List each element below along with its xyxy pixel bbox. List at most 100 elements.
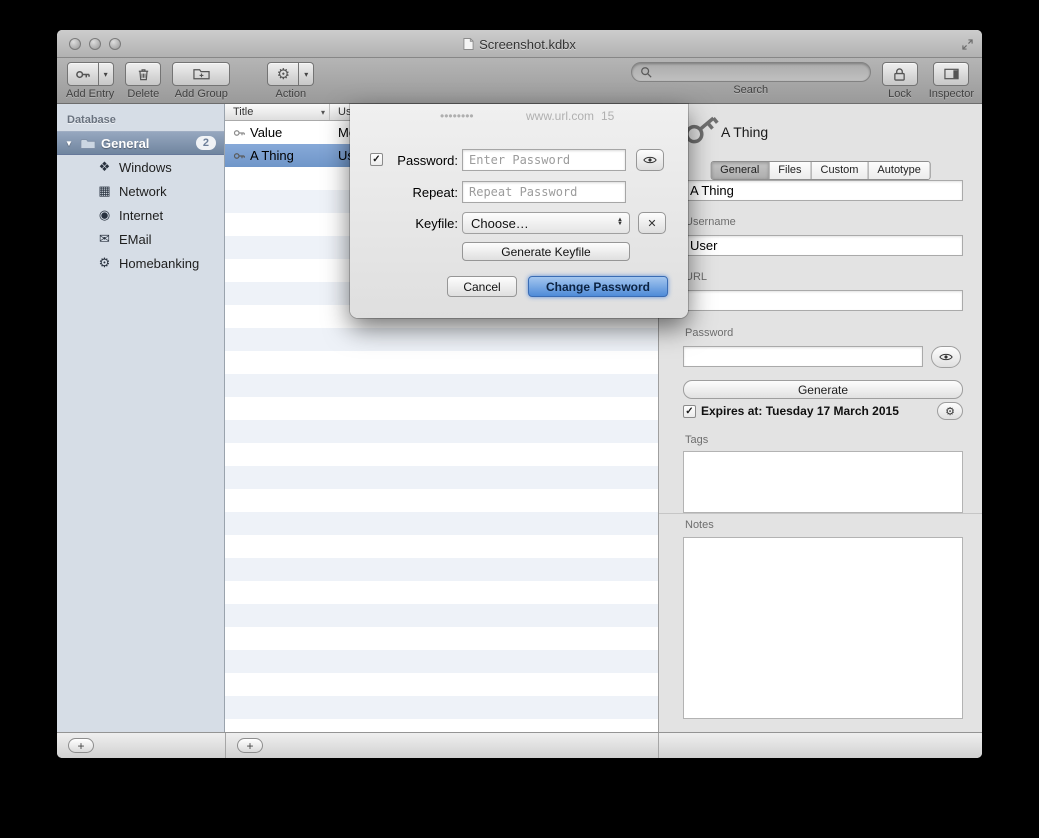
sheet-repeat-label: Repeat: bbox=[384, 185, 458, 200]
add-entry-label: Add Entry bbox=[66, 88, 114, 100]
keyfile-popup[interactable]: Choose… ▲ ▼ bbox=[462, 212, 630, 234]
change-password-sheet: •••••••• www.url.com 15 ✓ Password: Repe… bbox=[350, 104, 688, 318]
disclosure-triangle-icon[interactable]: ▼ bbox=[65, 139, 75, 148]
url-field[interactable] bbox=[683, 290, 963, 311]
stepper-down-icon: ▼ bbox=[617, 223, 623, 227]
url-label: URL bbox=[685, 271, 707, 283]
window-title: Screenshot.kdbx bbox=[479, 37, 576, 52]
delete-label: Delete bbox=[127, 88, 159, 100]
sidebar-item-label: Internet bbox=[119, 208, 163, 223]
search-field[interactable] bbox=[631, 62, 871, 82]
key-icon bbox=[233, 127, 245, 139]
inspector-divider bbox=[659, 513, 982, 514]
popup-stepper-icon: ▲ ▼ bbox=[617, 219, 624, 226]
action-button[interactable]: ⚙ bbox=[267, 62, 299, 86]
generate-keyfile-label: Generate Keyfile bbox=[501, 245, 590, 259]
sidebar-group-label: General bbox=[101, 136, 149, 151]
cancel-button[interactable]: Cancel bbox=[447, 276, 517, 297]
sidebar-item-network[interactable]: ▦ Network bbox=[57, 179, 224, 203]
tab-files[interactable]: Files bbox=[769, 162, 811, 179]
trash-icon bbox=[136, 67, 151, 82]
delete-control: Delete bbox=[125, 62, 161, 100]
eye-icon bbox=[939, 352, 953, 362]
app-window: Screenshot.kdbx ▾ Add Entry bbox=[57, 30, 982, 758]
cancel-label: Cancel bbox=[463, 280, 500, 294]
keyfile-value: Choose… bbox=[471, 216, 529, 231]
password-field[interactable] bbox=[683, 346, 923, 367]
expires-options-button[interactable]: ⚙ bbox=[937, 402, 963, 420]
close-window-button[interactable] bbox=[69, 38, 81, 50]
lock-button[interactable] bbox=[882, 62, 918, 86]
add-entry-dropdown-button[interactable]: ▾ bbox=[99, 62, 114, 86]
search-input[interactable] bbox=[657, 65, 862, 79]
action-label: Action bbox=[276, 88, 307, 100]
search-control: Search bbox=[631, 62, 871, 96]
entry-title: A Thing bbox=[250, 148, 294, 163]
chevron-down-icon: ▾ bbox=[304, 70, 308, 79]
minimize-window-button[interactable] bbox=[89, 38, 101, 50]
network-group-icon: ▦ bbox=[97, 183, 112, 199]
sidebar-item-email[interactable]: ✉ EMail bbox=[57, 227, 224, 251]
add-entry-button[interactable] bbox=[67, 62, 99, 86]
eye-icon bbox=[643, 155, 657, 165]
tab-autotype[interactable]: Autotype bbox=[868, 162, 929, 179]
tags-input[interactable] bbox=[683, 451, 963, 513]
inspector-label: Inspector bbox=[929, 88, 974, 100]
titlebar: Screenshot.kdbx bbox=[57, 30, 982, 58]
notes-label: Notes bbox=[685, 519, 714, 531]
fullscreen-icon[interactable] bbox=[962, 38, 973, 53]
ghost-password-dots: •••••••• bbox=[440, 109, 474, 123]
new-password-input[interactable] bbox=[462, 149, 626, 171]
title-field[interactable] bbox=[683, 180, 963, 201]
sidebar: Database ▼ General 2 ❖ Windows ▦ Network… bbox=[57, 104, 225, 732]
expires-row: ✓ Expires at: Tuesday 17 March 2015 bbox=[683, 404, 899, 418]
add-group-button[interactable] bbox=[172, 62, 230, 86]
inspector-entry-title: A Thing bbox=[721, 124, 768, 140]
delete-button[interactable] bbox=[125, 62, 161, 86]
zoom-window-button[interactable] bbox=[109, 38, 121, 50]
screen: { "window": { "title": "Screenshot.kdbx"… bbox=[0, 0, 1039, 838]
folder-icon bbox=[80, 137, 96, 150]
expires-checkbox[interactable]: ✓ bbox=[683, 405, 696, 418]
tab-custom[interactable]: Custom bbox=[812, 162, 869, 179]
sidebar-item-label: Network bbox=[119, 184, 167, 199]
entry-title: Value bbox=[250, 125, 282, 140]
add-entry-plus-button[interactable]: + bbox=[237, 738, 263, 753]
generate-password-button[interactable]: Generate bbox=[683, 380, 963, 399]
sidebar-item-windows[interactable]: ❖ Windows bbox=[57, 155, 224, 179]
close-icon: ✕ bbox=[647, 217, 656, 230]
ghost-modified: 15 bbox=[601, 109, 614, 123]
change-password-button[interactable]: Change Password bbox=[528, 276, 668, 297]
lock-control: Lock bbox=[882, 62, 918, 100]
sidebar-item-homebanking[interactable]: ⚙ Homebanking bbox=[57, 251, 224, 275]
clear-keyfile-button[interactable]: ✕ bbox=[638, 212, 666, 234]
password-checkbox[interactable]: ✓ bbox=[370, 153, 383, 166]
folder-plus-icon bbox=[193, 67, 210, 81]
column-title-label: Title bbox=[233, 106, 253, 118]
windows-group-icon: ❖ bbox=[97, 159, 112, 175]
column-header-title[interactable]: Title ▾ bbox=[225, 104, 330, 120]
expires-label: Expires at: Tuesday 17 March 2015 bbox=[701, 404, 899, 418]
internet-group-icon: ◉ bbox=[97, 207, 112, 223]
bottom-bar: + + bbox=[57, 732, 982, 758]
inspector-button[interactable] bbox=[933, 62, 969, 86]
search-icon bbox=[640, 66, 652, 78]
plus-icon: + bbox=[246, 740, 253, 752]
sidebar-group-general[interactable]: ▼ General 2 bbox=[57, 131, 224, 155]
sidebar-item-internet[interactable]: ◉ Internet bbox=[57, 203, 224, 227]
sidebar-item-label: Homebanking bbox=[119, 256, 199, 271]
inspector-panel-icon bbox=[944, 68, 959, 80]
generate-keyfile-button[interactable]: Generate Keyfile bbox=[462, 242, 630, 261]
repeat-password-input[interactable] bbox=[462, 181, 626, 203]
show-password-button[interactable] bbox=[636, 149, 664, 171]
notes-input[interactable] bbox=[683, 537, 963, 719]
action-dropdown-button[interactable]: ▾ bbox=[299, 62, 314, 86]
lock-icon bbox=[893, 67, 906, 82]
reveal-password-button[interactable] bbox=[931, 346, 961, 368]
tab-general[interactable]: General bbox=[711, 162, 769, 179]
document-icon bbox=[463, 37, 474, 51]
add-group-plus-button[interactable]: + bbox=[68, 738, 94, 753]
sidebar-section-header: Database bbox=[57, 104, 224, 131]
username-field[interactable] bbox=[683, 235, 963, 256]
sidebar-group-badge: 2 bbox=[196, 136, 216, 150]
